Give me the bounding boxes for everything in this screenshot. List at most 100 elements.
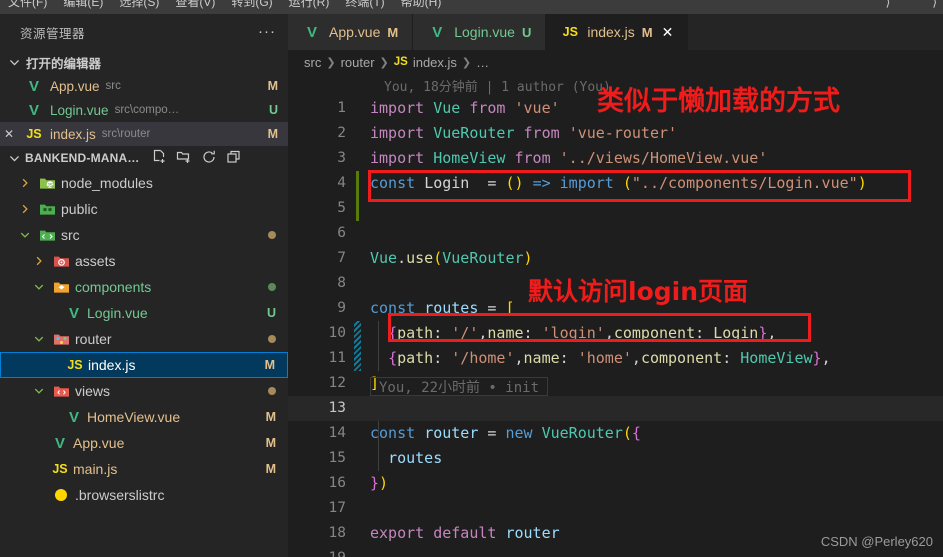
chevron-down-icon[interactable] bbox=[17, 229, 33, 241]
tab-label: Login.vue bbox=[454, 24, 515, 40]
menu-item-4[interactable]: 转到(G) bbox=[223, 0, 280, 14]
annotation-default-login: 默认访问login页面 bbox=[528, 277, 749, 306]
chevron-down-icon[interactable] bbox=[31, 281, 47, 293]
tree-item-views[interactable]: views bbox=[0, 378, 288, 404]
code-editor[interactable]: You, 18分钟前 | 1 author (You) 1 import Vue … bbox=[288, 74, 943, 557]
line-number: 8 bbox=[337, 275, 346, 291]
code-line-10[interactable]: 10 {path: '/',name: 'login',component: L… bbox=[288, 321, 943, 346]
new-folder-icon[interactable] bbox=[176, 149, 192, 168]
src-folder-icon bbox=[36, 228, 58, 243]
tab-label: index.js bbox=[587, 24, 635, 40]
tree-item-app-vue[interactable]: V App.vue M bbox=[0, 430, 288, 456]
code-line-text: import HomeView from '../views/HomeView.… bbox=[370, 149, 768, 167]
breadcrumb-segment-0[interactable]: src bbox=[304, 55, 321, 70]
code-line-17[interactable]: 17 bbox=[288, 496, 943, 521]
menu-item-2[interactable]: 选择(S) bbox=[111, 0, 167, 14]
code-line-4[interactable]: 4 const Login = () => import ("../compone… bbox=[288, 171, 943, 196]
code-line-5[interactable]: 5 bbox=[288, 196, 943, 221]
open-editor-item-app-vue[interactable]: V App.vue src M bbox=[0, 74, 288, 98]
code-line-7[interactable]: 7 Vue.use(VueRouter) bbox=[288, 246, 943, 271]
refresh-icon[interactable] bbox=[201, 149, 217, 168]
status-dot bbox=[268, 283, 276, 291]
code-line-text: {path: '/home',name: 'home',component: H… bbox=[388, 349, 831, 367]
code-line-text: }) bbox=[370, 474, 389, 492]
status-badge: M bbox=[267, 79, 278, 93]
close-icon[interactable]: ✕ bbox=[662, 24, 674, 41]
tree-item-assets[interactable]: assets bbox=[0, 248, 288, 274]
code-line-14[interactable]: 14 const router = new VueRouter({ bbox=[288, 421, 943, 446]
chevron-down-icon[interactable] bbox=[31, 385, 47, 397]
code-line-text: import Vue from 'vue' bbox=[370, 99, 560, 117]
open-editor-name: Login.vue bbox=[50, 102, 109, 118]
code-line-text: routes bbox=[388, 449, 443, 467]
code-line-text: Vue.use(VueRouter) bbox=[370, 249, 533, 267]
chevron-right-icon[interactable] bbox=[31, 255, 47, 267]
breadcrumb-segment-1[interactable]: router bbox=[341, 55, 375, 70]
watermark: CSDN @Perley620 bbox=[820, 534, 933, 549]
code-line-2[interactable]: 2 import VueRouter from 'vue-router' bbox=[288, 121, 943, 146]
assets-folder-icon bbox=[50, 254, 72, 269]
editor-tab-login-vue[interactable]: V Login.vue U bbox=[413, 14, 547, 50]
open-editor-item-login-vue[interactable]: V Login.vue src\compo… U bbox=[0, 98, 288, 122]
open-editors-list: V App.vue src M V Login.vue src\compo… U ✕ JS inde… bbox=[0, 74, 288, 146]
project-name: BANKEND-MANA… bbox=[25, 151, 140, 165]
line-number: 1 bbox=[337, 100, 346, 116]
inline-blame-annotation: You, 22小时前 • init bbox=[370, 377, 549, 396]
menu-item-1[interactable]: 编辑(E) bbox=[55, 0, 111, 14]
code-line-16[interactable]: 16}) bbox=[288, 471, 943, 496]
collapse-all-icon[interactable] bbox=[226, 149, 242, 168]
editor-tab-index-js[interactable]: JS index.js M ✕ bbox=[546, 14, 689, 50]
open-editors-header[interactable]: 打开的编辑器 bbox=[0, 50, 288, 74]
status-badge: M bbox=[265, 410, 276, 424]
menu-item-0[interactable]: 文件(F) bbox=[0, 0, 55, 14]
code-line-13[interactable]: 13 bbox=[288, 396, 943, 421]
breadcrumb-segment-3[interactable]: … bbox=[476, 55, 489, 70]
menu-bar-right-icons: ⟩ ⟩ bbox=[886, 0, 937, 14]
tree-item-login-vue[interactable]: V Login.vue U bbox=[0, 300, 288, 326]
tree-item-main-js[interactable]: JS main.js M bbox=[0, 456, 288, 482]
vue-icon: V bbox=[432, 23, 443, 41]
tree-item-label: App.vue bbox=[73, 435, 125, 451]
line-number: 15 bbox=[328, 450, 346, 466]
tree-item-components[interactable]: components bbox=[0, 274, 288, 300]
code-line-15[interactable]: 15 routes bbox=[288, 446, 943, 471]
open-editor-path: src bbox=[105, 80, 121, 92]
tree-item--browserslistrc[interactable]: .browserslistrc bbox=[0, 482, 288, 508]
tree-item-label: assets bbox=[75, 253, 116, 269]
code-line-3[interactable]: 3 import HomeView from '../views/HomeView… bbox=[288, 146, 943, 171]
more-actions-icon[interactable]: ··· bbox=[258, 24, 276, 39]
new-file-icon[interactable] bbox=[151, 149, 167, 168]
breadcrumb-segment-2[interactable]: index.js bbox=[413, 55, 457, 70]
chevron-right-icon[interactable] bbox=[17, 177, 33, 189]
tree-item-node_modules[interactable]: JS node_modules bbox=[0, 170, 288, 196]
open-editor-path: src\compo… bbox=[114, 104, 180, 116]
tree-item-public[interactable]: public bbox=[0, 196, 288, 222]
menu-item-7[interactable]: 帮助(H) bbox=[393, 0, 450, 14]
status-badge: M bbox=[265, 436, 276, 450]
close-icon[interactable]: ✕ bbox=[0, 127, 18, 141]
router-folder-icon bbox=[50, 332, 72, 347]
open-editor-path: src\router bbox=[101, 128, 151, 140]
editor-tab-app-vue[interactable]: V App.vue M bbox=[288, 14, 414, 50]
tree-item-router[interactable]: router bbox=[0, 326, 288, 352]
tree-item-src[interactable]: src bbox=[0, 222, 288, 248]
code-line-6[interactable]: 6 bbox=[288, 221, 943, 246]
project-header[interactable]: BANKEND-MANA… bbox=[0, 146, 288, 170]
menu-item-3[interactable]: 查看(V) bbox=[167, 0, 223, 14]
status-badge: M bbox=[267, 127, 278, 141]
code-line-11[interactable]: 11 {path: '/home',name: 'home',component… bbox=[288, 346, 943, 371]
chevron-right-icon-1[interactable]: ⟩ bbox=[886, 0, 891, 9]
code-line-text: const Login = () => import ("../componen… bbox=[370, 174, 867, 192]
breadcrumb[interactable]: src ❯ router ❯ JS index.js ❯… bbox=[288, 50, 943, 74]
chevron-right-icon-2[interactable]: ⟩ bbox=[932, 0, 937, 9]
menu-item-5[interactable]: 运行(R) bbox=[281, 0, 338, 14]
tree-item-homeview-vue[interactable]: V HomeView.vue M bbox=[0, 404, 288, 430]
chevron-down-icon[interactable] bbox=[31, 333, 47, 345]
code-line-text: const router = new VueRouter({ bbox=[370, 424, 641, 442]
chevron-right-icon[interactable] bbox=[17, 203, 33, 215]
tree-item-label: public bbox=[61, 201, 98, 217]
menu-item-6[interactable]: 终端(T) bbox=[337, 0, 392, 14]
tree-item-index-js[interactable]: JS index.js M bbox=[0, 352, 288, 378]
open-editor-item-index-js[interactable]: ✕ JS index.js src\router M bbox=[0, 122, 288, 146]
status-dot bbox=[268, 335, 276, 343]
